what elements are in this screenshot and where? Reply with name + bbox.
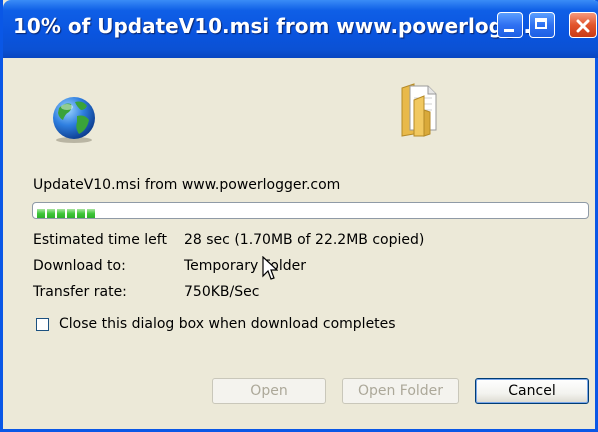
transfer-rate-label: Transfer rate:: [33, 284, 127, 300]
open-button[interactable]: Open: [212, 378, 326, 404]
download-dialog: 10% of UpdateV10.msi from www.powerlogg…: [0, 0, 598, 432]
minimize-button[interactable]: [497, 12, 523, 38]
globe-icon: [47, 94, 101, 148]
estimated-time-label: Estimated time left: [33, 232, 167, 248]
transfer-rate-value: 750KB/Sec: [184, 284, 260, 300]
folder-document-icon: [398, 80, 444, 142]
close-icon: [576, 19, 590, 33]
close-button[interactable]: [569, 12, 597, 38]
download-to-value: Temporary Folder: [184, 258, 306, 274]
cancel-button[interactable]: Cancel: [475, 378, 589, 404]
window-title: 10% of UpdateV10.msi from www.powerlogg…: [13, 14, 538, 38]
estimated-time-value: 28 sec (1.70MB of 22.2MB copied): [184, 232, 425, 248]
title-bar[interactable]: 10% of UpdateV10.msi from www.powerlogg…: [3, 0, 598, 58]
mouse-cursor-icon: [262, 255, 279, 286]
close-when-done-label[interactable]: Close this dialog box when download comp…: [59, 316, 396, 332]
download-progress-bar: [32, 202, 589, 219]
progress-fill: [37, 206, 97, 218]
open-folder-button[interactable]: Open Folder: [342, 378, 459, 404]
close-when-done-checkbox[interactable]: [36, 318, 49, 331]
maximize-button[interactable]: [529, 12, 555, 38]
download-to-label: Download to:: [33, 258, 126, 274]
file-source-text: UpdateV10.msi from www.powerlogger.com: [33, 177, 341, 193]
